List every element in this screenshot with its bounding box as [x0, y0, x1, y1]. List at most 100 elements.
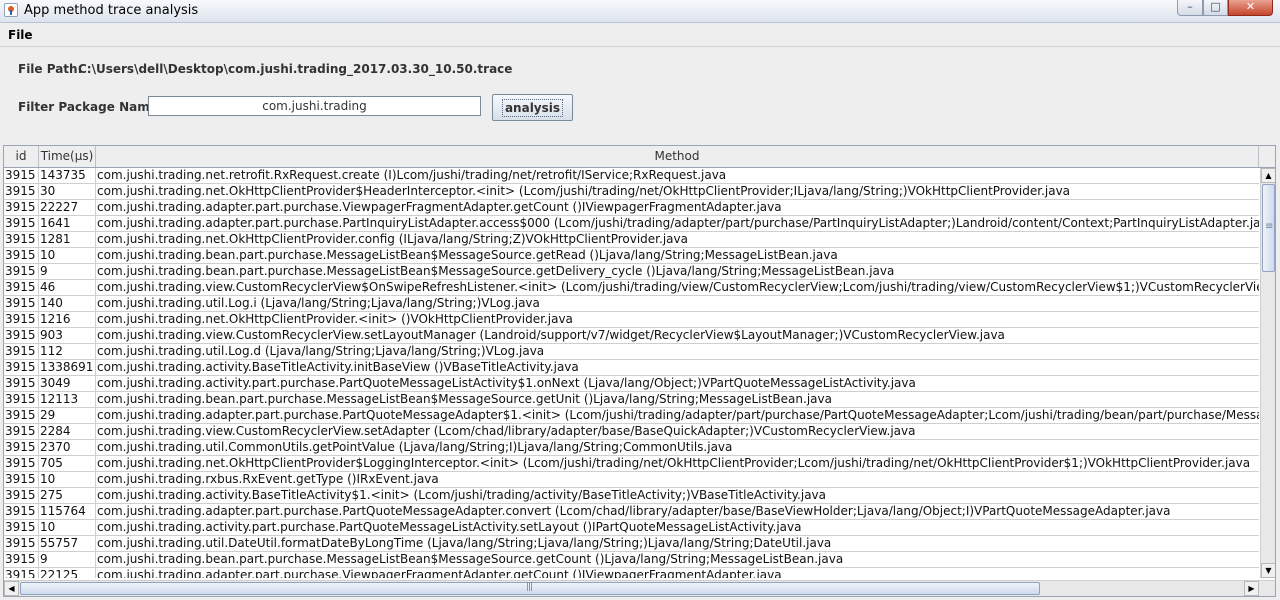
table-row[interactable]: 3915 46 com.jushi.trading.view.CustomRecyc…: [4, 280, 1259, 296]
scroll-left-arrow-icon[interactable]: ◀: [4, 581, 19, 596]
cell-time: 2370: [39, 440, 96, 455]
cell-method: com.jushi.trading.adapter.part.purchase.…: [97, 200, 782, 214]
cell-method: com.jushi.trading.adapter.part.purchase.…: [97, 216, 1259, 230]
table-row[interactable]: 3915 1281 com.jushi.trading.net.OkHttpClie…: [4, 232, 1259, 248]
table-row[interactable]: 3915 30 com.jushi.trading.net.OkHttpClient…: [4, 184, 1259, 200]
cell-id: 3915: [4, 408, 39, 423]
table-row[interactable]: 3915 55757 com.jushi.trading.util.DateUtil…: [4, 536, 1259, 552]
cell-id: 3915: [4, 200, 39, 215]
cell-method: com.jushi.trading.activity.BaseTitleActi…: [97, 360, 579, 374]
filter-package-input[interactable]: [148, 96, 481, 116]
cell-method: com.jushi.trading.activity.part.purchase…: [97, 520, 802, 534]
analysis-button-label: analysis: [501, 98, 564, 117]
scroll-down-arrow-icon[interactable]: ▼: [1261, 563, 1275, 578]
column-header-method[interactable]: Method: [96, 146, 1259, 167]
table-row[interactable]: 3915 140 com.jushi.trading.util.Log.i (Lja…: [4, 296, 1259, 312]
cell-method: com.jushi.trading.view.CustomRecyclerVie…: [97, 328, 1005, 342]
cell-id: 3915: [4, 344, 39, 359]
cell-id: 3915: [4, 264, 39, 279]
cell-time: 1281: [39, 232, 96, 247]
cell-method: com.jushi.trading.adapter.part.purchase.…: [97, 408, 1259, 422]
minimize-button[interactable]: –: [1177, 0, 1203, 16]
table-row[interactable]: 3915 1216 com.jushi.trading.net.OkHttpClie…: [4, 312, 1259, 328]
cell-method: com.jushi.trading.bean.part.purchase.Mes…: [97, 264, 895, 278]
table-row[interactable]: 3915 903 com.jushi.trading.view.CustomRecy…: [4, 328, 1259, 344]
cell-method: com.jushi.trading.util.DateUtil.formatDa…: [97, 536, 832, 550]
close-button[interactable]: ✕: [1228, 0, 1273, 16]
table-row[interactable]: 3915 29 com.jushi.trading.adapter.part.pur…: [4, 408, 1259, 424]
table-row[interactable]: 3915 112 com.jushi.trading.util.Log.d (Lja…: [4, 344, 1259, 360]
file-path-value: C:\Users\dell\Desktop\com.jushi.trading_…: [78, 62, 513, 76]
cell-time: 140: [39, 296, 96, 311]
scroll-right-arrow-icon[interactable]: ▶: [1244, 581, 1259, 596]
cell-time: 115764: [39, 504, 96, 519]
table-row[interactable]: 3915 705 com.jushi.trading.net.OkHttpClien…: [4, 456, 1259, 472]
maximize-button[interactable]: □: [1203, 0, 1228, 16]
cell-time: 10: [39, 472, 96, 487]
cell-method: com.jushi.trading.net.OkHttpClientProvid…: [97, 184, 1071, 198]
table-row[interactable]: 3915 22227 com.jushi.trading.adapter.part.…: [4, 200, 1259, 216]
table-row[interactable]: 3915 1338691 com.jushi.trading.activity.Ba…: [4, 360, 1259, 376]
table-row[interactable]: 3915 1641 com.jushi.trading.adapter.part.p…: [4, 216, 1259, 232]
cell-time: 705: [39, 456, 96, 471]
table-row[interactable]: 3915 275 com.jushi.trading.activity.BaseTi…: [4, 488, 1259, 504]
table-row[interactable]: 3915 9 com.jushi.trading.bean.part.purchas…: [4, 552, 1259, 568]
column-header-id[interactable]: id: [4, 146, 39, 167]
cell-time: 29: [39, 408, 96, 423]
column-header-time[interactable]: Time(μs): [39, 146, 96, 167]
menu-file[interactable]: File: [8, 28, 33, 42]
vertical-scroll-thumb[interactable]: [1262, 184, 1275, 272]
cell-method: com.jushi.trading.net.OkHttpClientProvid…: [97, 312, 573, 326]
table-row[interactable]: 3915 10 com.jushi.trading.bean.part.purcha…: [4, 248, 1259, 264]
cell-method: com.jushi.trading.net.OkHttpClientProvid…: [97, 456, 1251, 470]
cell-method: com.jushi.trading.net.OkHttpClientProvid…: [97, 232, 688, 246]
cell-id: 3915: [4, 488, 39, 503]
title-bar: App method trace analysis – □ ✕: [0, 0, 1280, 23]
scroll-up-arrow-icon[interactable]: ▲: [1261, 168, 1275, 183]
table-row[interactable]: 3915 115764 com.jushi.trading.adapter.part…: [4, 504, 1259, 520]
table-row[interactable]: 3915 10 com.jushi.trading.activity.part.pu…: [4, 520, 1259, 536]
cell-time: 9: [39, 264, 96, 279]
cell-method: com.jushi.trading.adapter.part.purchase.…: [97, 568, 782, 578]
cell-id: 3915: [4, 296, 39, 311]
table-row[interactable]: 3915 9 com.jushi.trading.bean.part.purchas…: [4, 264, 1259, 280]
cell-time: 1641: [39, 216, 96, 231]
cell-id: 3915: [4, 216, 39, 231]
table-row[interactable]: 3915 10 com.jushi.trading.rxbus.RxEvent.ge…: [4, 472, 1259, 488]
cell-time: 3049: [39, 376, 96, 391]
cell-time: 143735: [39, 168, 96, 183]
analysis-button[interactable]: analysis: [492, 94, 573, 121]
cell-id: 3915: [4, 440, 39, 455]
cell-time: 2284: [39, 424, 96, 439]
cell-time: 112: [39, 344, 96, 359]
cell-id: 3915: [4, 312, 39, 327]
table-row[interactable]: 3915 3049 com.jushi.trading.activity.part.…: [4, 376, 1259, 392]
cell-id: 3915: [4, 536, 39, 551]
cell-method: com.jushi.trading.net.retrofit.RxRequest…: [97, 168, 727, 182]
table-row[interactable]: 3915 12113 com.jushi.trading.bean.part.pur…: [4, 392, 1259, 408]
cell-method: com.jushi.trading.activity.part.purchase…: [97, 376, 916, 390]
cell-method: com.jushi.trading.util.Log.i (Ljava/lang…: [97, 296, 540, 310]
table-row[interactable]: 3915 2370 com.jushi.trading.util.CommonUti…: [4, 440, 1259, 456]
cell-id: 3915: [4, 520, 39, 535]
cell-time: 12113: [39, 392, 96, 407]
cell-id: 3915: [4, 232, 39, 247]
cell-id: 3915: [4, 376, 39, 391]
table-body: 3915 143735 com.jushi.trading.net.retrofit…: [4, 168, 1259, 578]
cell-method: com.jushi.trading.rxbus.RxEvent.getType …: [97, 472, 439, 486]
menu-bar: File: [0, 24, 1280, 47]
table-row[interactable]: 3915 2284 com.jushi.trading.view.CustomRec…: [4, 424, 1259, 440]
cell-id: 3915: [4, 248, 39, 263]
horizontal-scrollbar[interactable]: ◀ ▶: [4, 580, 1275, 596]
cell-id: 3915: [4, 392, 39, 407]
cell-time: 9: [39, 552, 96, 567]
cell-method: com.jushi.trading.bean.part.purchase.Mes…: [97, 392, 832, 406]
cell-method: com.jushi.trading.util.CommonUtils.getPo…: [97, 440, 733, 454]
vertical-scrollbar[interactable]: ▲ ▼: [1260, 168, 1275, 578]
file-path-label: File Path:: [18, 62, 83, 76]
cell-id: 3915: [4, 328, 39, 343]
cell-id: 3915: [4, 456, 39, 471]
horizontal-scroll-thumb[interactable]: [20, 582, 1040, 595]
table-row[interactable]: 3915 143735 com.jushi.trading.net.retrofit…: [4, 168, 1259, 184]
table-row[interactable]: 3915 22125 com.jushi.trading.adapter.part.…: [4, 568, 1259, 578]
